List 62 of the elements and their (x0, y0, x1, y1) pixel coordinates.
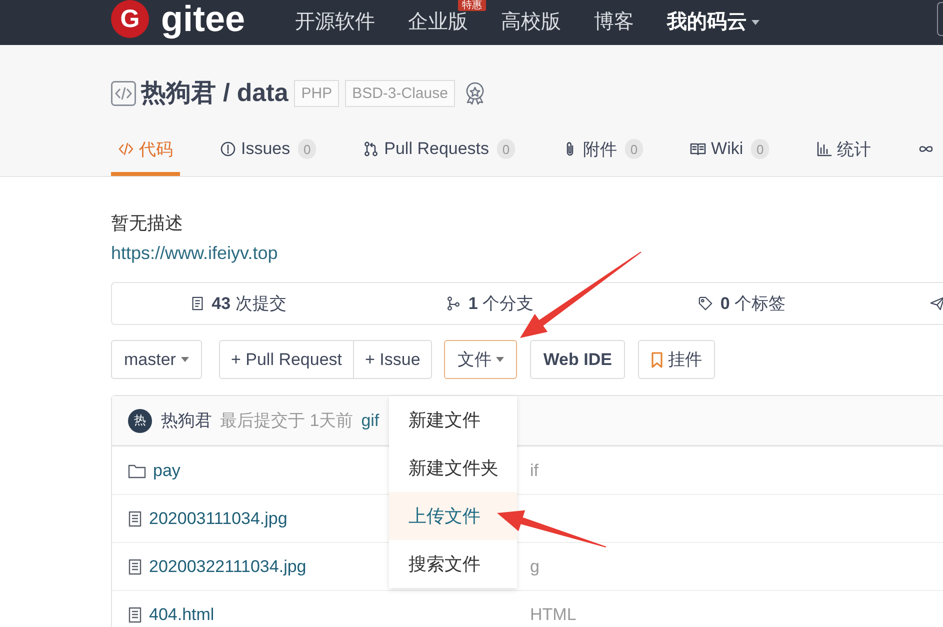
logo-mark[interactable]: G (111, 0, 149, 38)
file-link[interactable]: pay (153, 460, 180, 480)
commit-message: if (530, 460, 538, 480)
code-icon (118, 141, 134, 157)
promo-badge: 特惠 (458, 0, 486, 11)
caret-icon (180, 357, 189, 362)
tag-icon (698, 296, 714, 311)
file-icon (128, 558, 142, 574)
action-button[interactable]: + Pull Request (218, 340, 354, 379)
caret-icon (496, 357, 504, 362)
repo-tab[interactable]: 附件 0 (555, 126, 650, 176)
file-icon (128, 606, 142, 622)
action-button[interactable]: + Issue (354, 340, 432, 379)
menu-item[interactable]: 上传文件 (389, 492, 518, 540)
search-field[interactable] (937, 2, 943, 36)
paper-plane-icon (930, 296, 943, 311)
document-icon (190, 296, 205, 311)
repo-tab[interactable]: Issues 0 (213, 126, 324, 176)
book-icon (690, 141, 706, 157)
homepage-link[interactable]: https://www.ifeiyv.top (111, 238, 278, 268)
stat-link[interactable]: 0 个标签 (720, 292, 786, 315)
commit-message: g (530, 556, 540, 576)
nav-link[interactable]: 高校版 (501, 11, 562, 33)
user-avatar[interactable]: 热 (128, 408, 152, 432)
bar-chart-icon (816, 141, 832, 157)
nav-link[interactable]: 我的码云 (667, 11, 760, 33)
repo-tab[interactable]: Wiki 0 (683, 126, 776, 176)
pull-request-icon (363, 141, 380, 157)
file-icon (128, 510, 142, 526)
menu-item[interactable]: 新建文件 (389, 396, 518, 444)
nav-link[interactable]: 开源软件 (295, 11, 376, 33)
menu-item[interactable]: 新建文件夹 (389, 444, 518, 492)
branch-select[interactable]: master (111, 340, 202, 379)
file-menu-button[interactable]: 文件 (444, 340, 518, 379)
repo-title: 热狗君 / data (141, 78, 288, 108)
code-icon (111, 80, 136, 106)
branch-icon (446, 296, 462, 311)
menu-item[interactable]: 搜索文件 (389, 540, 518, 588)
author-link[interactable]: 热狗君 (161, 409, 212, 432)
count-badge: 0 (497, 139, 516, 159)
web-ide-button[interactable]: Web IDE (530, 340, 625, 379)
count-badge: 0 (751, 139, 770, 159)
folder-icon (128, 462, 146, 478)
file-link[interactable]: 20200322111034.jpg (149, 556, 306, 576)
count-badge: 0 (298, 139, 316, 159)
stat-link[interactable]: 43 次提交 (212, 292, 286, 315)
repo-tab[interactable]: 统计 (809, 126, 878, 176)
file-link[interactable]: 404.html (149, 604, 214, 624)
commit-message-link[interactable]: gif (361, 410, 380, 430)
nav-link[interactable]: 博客 (594, 11, 634, 33)
nav-link[interactable]: 企业版 (408, 11, 468, 33)
logo-text[interactable]: gitee (161, 0, 246, 38)
file-link[interactable]: 202003111034.jpg (149, 508, 288, 528)
commit-info: 最后提交于 1天前 (220, 410, 354, 432)
caret-icon (751, 20, 760, 24)
count-badge: 0 (625, 139, 644, 159)
stat-link[interactable]: 1 个分支 (468, 292, 534, 315)
repo-tab[interactable]: Pull Requests 0 (356, 126, 522, 176)
repo-description: 暂无描述 (111, 212, 184, 235)
commit-message: HTML (530, 604, 576, 624)
widget-button[interactable]: 挂件 (638, 340, 715, 379)
bookmark-icon (650, 352, 663, 368)
